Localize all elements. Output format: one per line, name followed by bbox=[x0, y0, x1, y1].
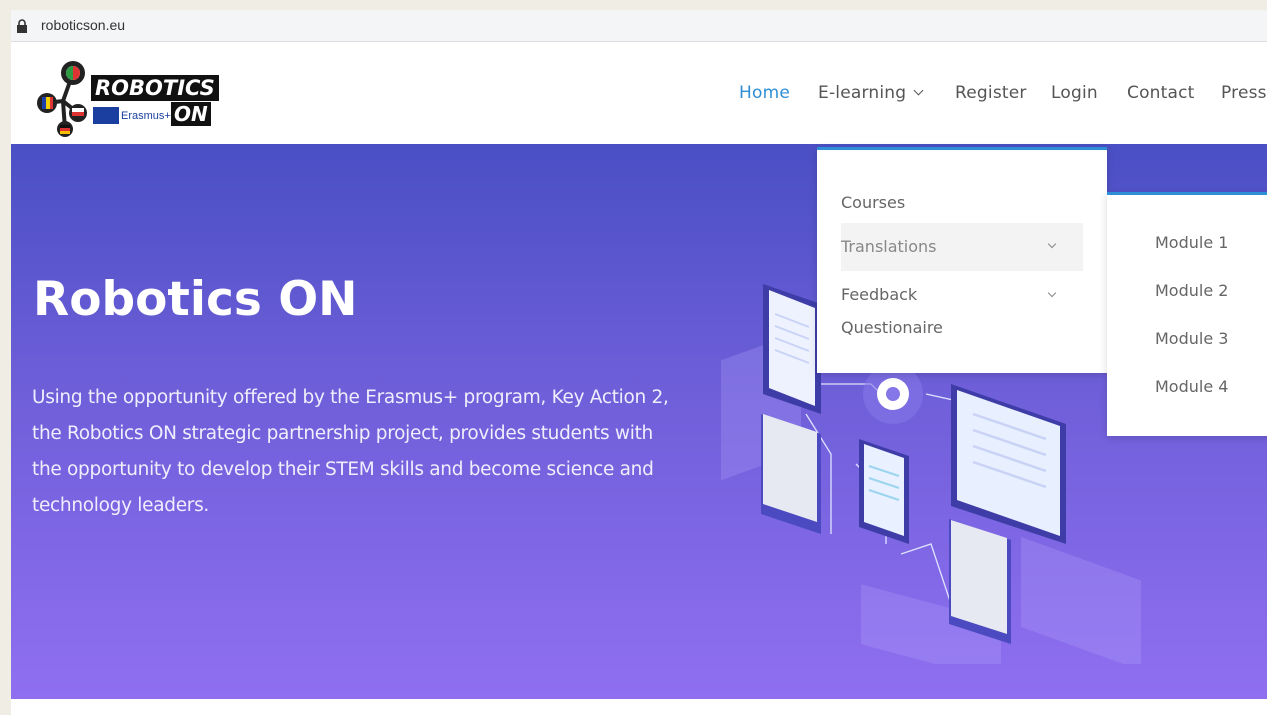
monitor-right-icon bbox=[951, 384, 1066, 544]
dd-item-feedback[interactable]: Feedback bbox=[841, 281, 1083, 309]
chevron-down-icon bbox=[913, 85, 924, 96]
nav-press[interactable]: Press bbox=[1221, 83, 1267, 103]
dd-item-label: Questionaire bbox=[841, 318, 943, 337]
site-header: ROBOTICS Erasmus+ ON Home E-learning Reg… bbox=[11, 43, 1267, 144]
submenu-item-module-1[interactable]: Module 1 bbox=[1155, 233, 1228, 252]
main-nav: Home E-learning Register Login Contact P… bbox=[11, 43, 1267, 144]
gear-icon bbox=[863, 364, 923, 424]
lock-icon bbox=[17, 19, 27, 33]
hero-title: Robotics ON bbox=[33, 272, 358, 327]
nav-login[interactable]: Login bbox=[1051, 83, 1098, 103]
submenu-item-module-2[interactable]: Module 2 bbox=[1155, 281, 1228, 300]
page-content-area bbox=[11, 699, 1267, 715]
address-bar[interactable]: roboticson.eu bbox=[11, 10, 1267, 42]
submenu-item-module-4[interactable]: Module 4 bbox=[1155, 377, 1228, 396]
hero-description: Using the opportunity offered by the Era… bbox=[32, 387, 669, 516]
submenu-item-module-3[interactable]: Module 3 bbox=[1155, 329, 1228, 348]
dd-item-courses[interactable]: Courses bbox=[841, 188, 1083, 218]
dd-item-label: Courses bbox=[841, 193, 906, 212]
chevron-down-icon bbox=[1047, 288, 1057, 298]
card-left-icon bbox=[761, 414, 821, 534]
nav-contact[interactable]: Contact bbox=[1127, 83, 1195, 103]
tablet-left-icon bbox=[763, 284, 821, 414]
chevron-down-icon bbox=[1047, 239, 1057, 249]
nav-elearning[interactable]: E-learning bbox=[818, 83, 924, 103]
dd-item-translations[interactable]: Translations bbox=[841, 223, 1083, 271]
elearning-dropdown: Courses Translations Feedback Questionai… bbox=[817, 147, 1107, 373]
dd-item-questionaire[interactable]: Questionaire bbox=[841, 314, 1083, 342]
card-bottom-icon bbox=[949, 519, 1011, 644]
browser-window: roboticson.eu ROBOTICS Erasmus+ ON Home … bbox=[11, 10, 1267, 715]
tablet-middle-icon bbox=[859, 439, 909, 544]
nav-elearning-label: E-learning bbox=[818, 83, 907, 103]
translations-submenu: Module 1 Module 2 Module 3 Module 4 bbox=[1107, 192, 1267, 436]
nav-home[interactable]: Home bbox=[739, 83, 790, 103]
dd-item-label: Feedback bbox=[841, 285, 918, 304]
nav-register[interactable]: Register bbox=[955, 83, 1027, 103]
dd-item-label: Translations bbox=[841, 237, 937, 256]
url-text[interactable]: roboticson.eu bbox=[41, 17, 125, 33]
